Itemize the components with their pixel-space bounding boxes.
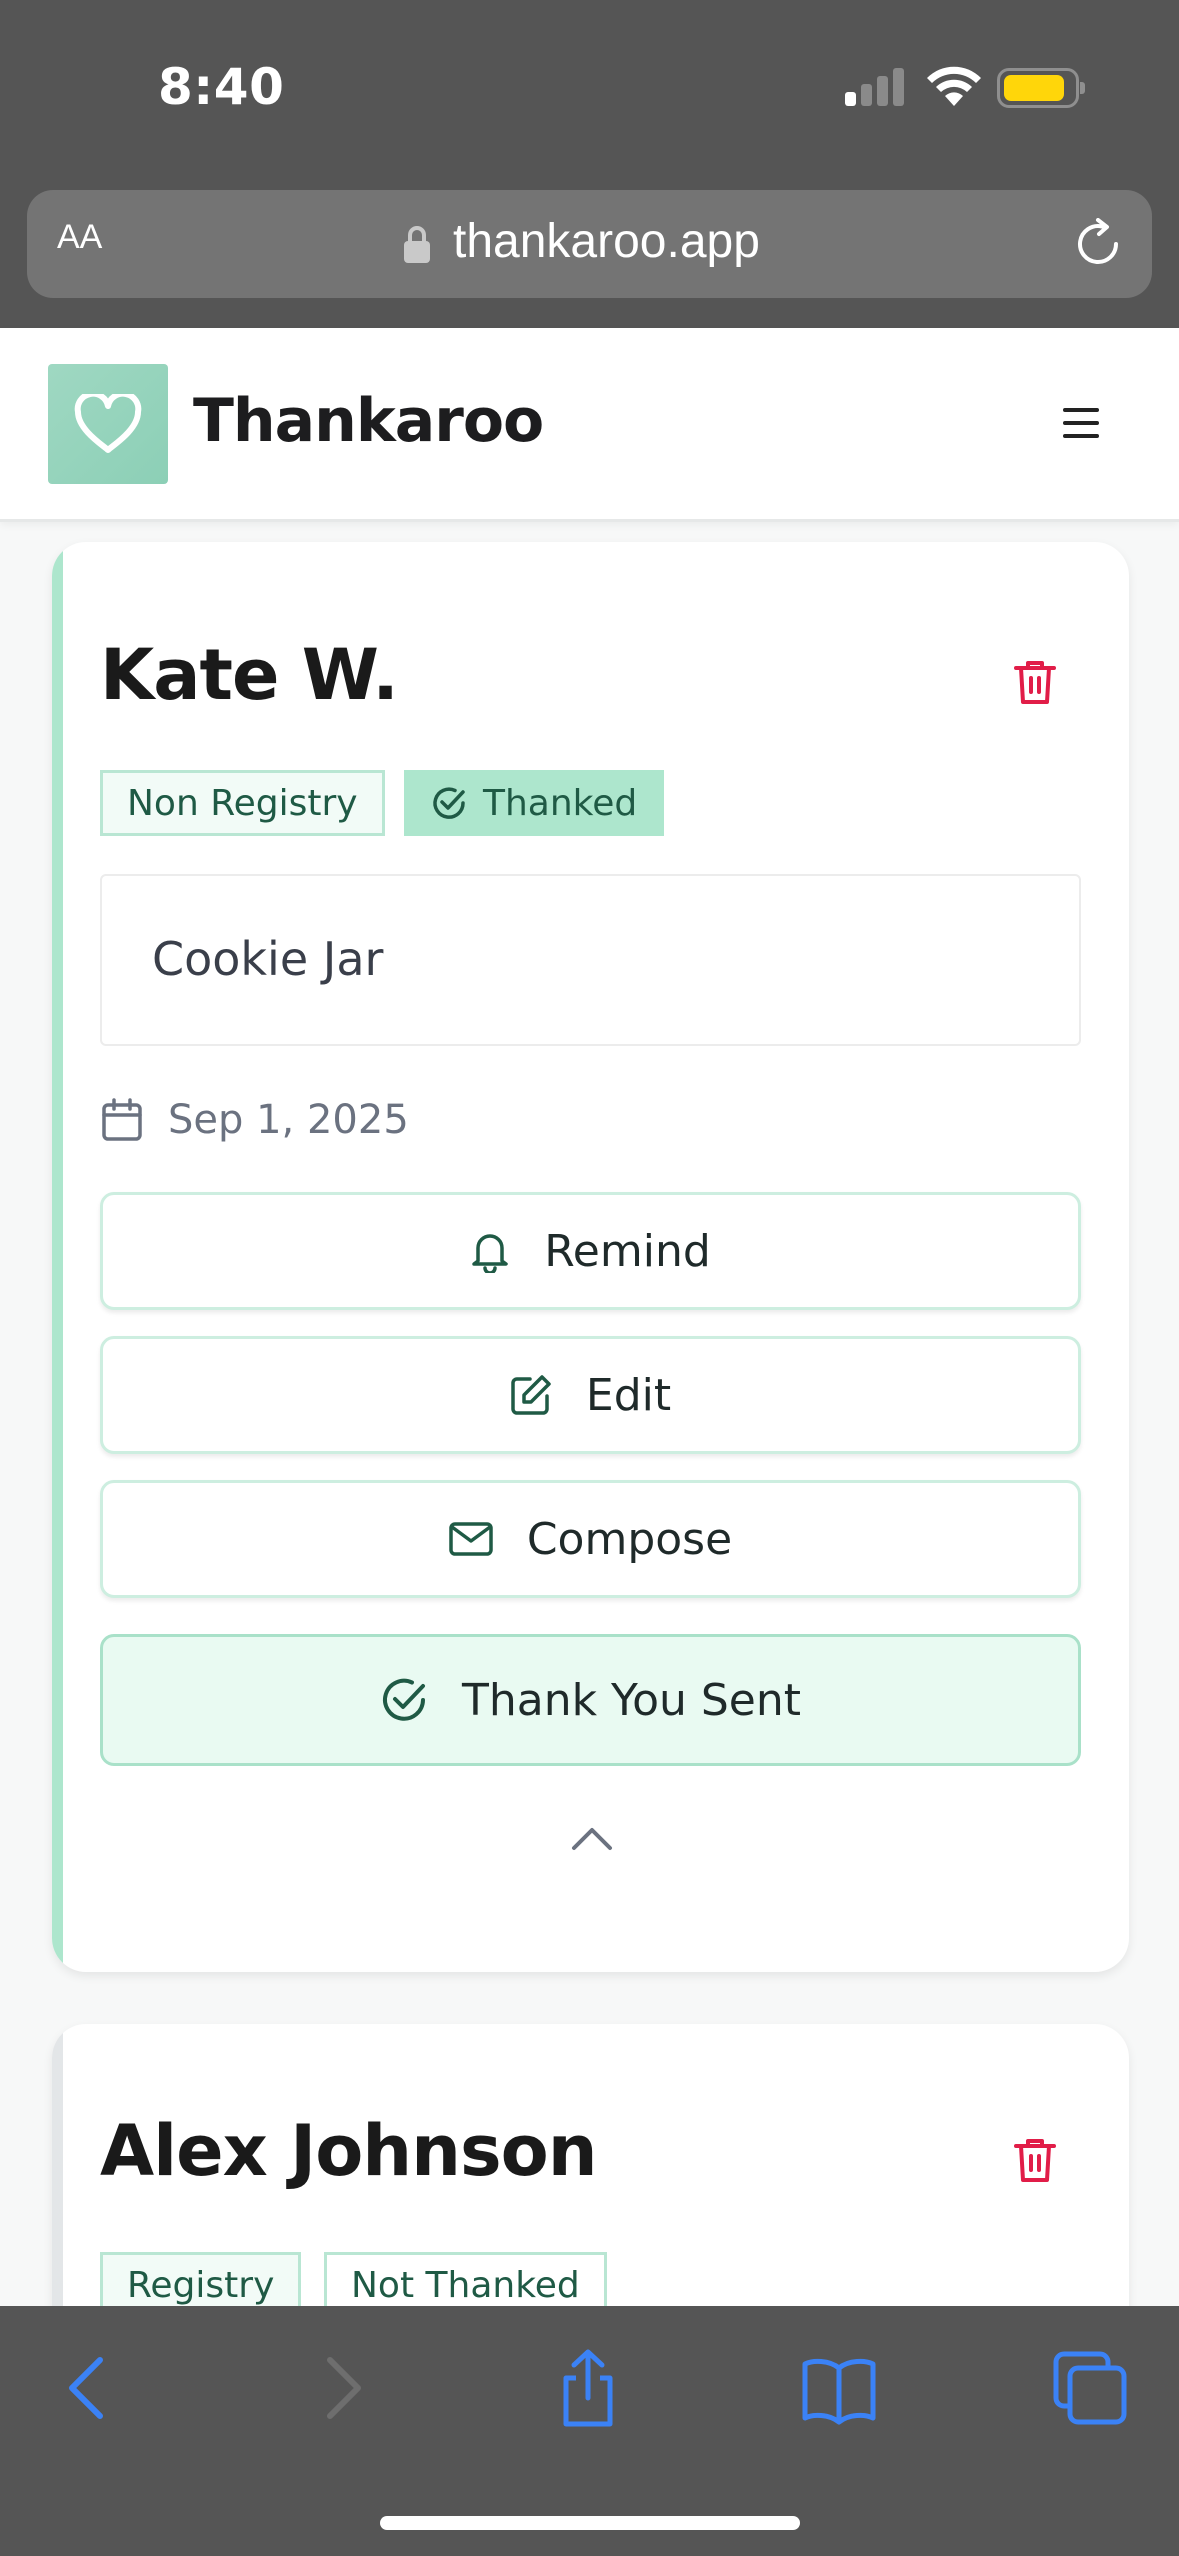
- mail-icon: [449, 1522, 493, 1556]
- cellular-signal-icon: [845, 68, 907, 106]
- app-header: Thankaroo: [0, 328, 1179, 522]
- logo[interactable]: [48, 364, 168, 484]
- check-circle-icon: [383, 1678, 425, 1721]
- forward-icon[interactable]: [302, 2348, 382, 2428]
- gift-item-text: Cookie Jar: [152, 932, 384, 986]
- gift-card: Kate W. Non Registry Thanked Cookie Jar …: [52, 542, 1129, 1972]
- card-accent-bar: [52, 542, 63, 1972]
- trash-icon[interactable]: [1013, 2136, 1057, 2184]
- edit-button[interactable]: Edit: [100, 1336, 1081, 1454]
- compose-button[interactable]: Compose: [100, 1480, 1081, 1598]
- gift-date: Sep 1, 2025: [168, 1097, 409, 1143]
- url-text: thankaroo.app: [453, 215, 760, 268]
- bookmarks-icon[interactable]: [799, 2348, 879, 2428]
- browser-toolbar: [0, 2306, 1179, 2556]
- gift-giver-name: Alex Johnson: [100, 2110, 598, 2192]
- hamburger-menu-icon[interactable]: [1063, 408, 1099, 438]
- battery-icon: [997, 68, 1085, 108]
- browser-top-chrome: 8:40 AA thankaroo.app: [0, 0, 1179, 328]
- wifi-icon: [927, 66, 981, 106]
- tabs-icon[interactable]: [1050, 2348, 1130, 2428]
- reload-icon[interactable]: [1072, 218, 1124, 270]
- heart-icon: [74, 394, 142, 453]
- bell-icon: [472, 1234, 508, 1273]
- thank-you-sent-button[interactable]: Thank You Sent: [100, 1634, 1081, 1766]
- status-time: 8:40: [158, 58, 285, 116]
- share-icon[interactable]: [548, 2348, 628, 2428]
- back-icon[interactable]: [48, 2348, 128, 2428]
- lock-icon: [404, 226, 430, 263]
- date-row: Sep 1, 2025: [100, 1090, 409, 1150]
- trash-icon[interactable]: [1013, 658, 1057, 706]
- remind-button[interactable]: Remind: [100, 1192, 1081, 1310]
- gift-giver-name: Kate W.: [100, 634, 399, 716]
- thanked-status-badge: Thanked: [404, 770, 665, 836]
- address-bar[interactable]: AA thankaroo.app: [27, 190, 1152, 298]
- home-indicator[interactable]: [380, 2516, 800, 2530]
- brand-name: Thankaroo: [193, 386, 544, 456]
- chevron-up-icon[interactable]: [570, 1824, 614, 1854]
- check-circle-icon: [433, 787, 465, 819]
- edit-icon: [511, 1375, 551, 1415]
- registry-type-badge: Non Registry: [100, 770, 385, 836]
- gift-item-box: Cookie Jar: [100, 874, 1081, 1046]
- text-size-button[interactable]: AA: [57, 218, 102, 257]
- calendar-icon: [102, 1098, 142, 1141]
